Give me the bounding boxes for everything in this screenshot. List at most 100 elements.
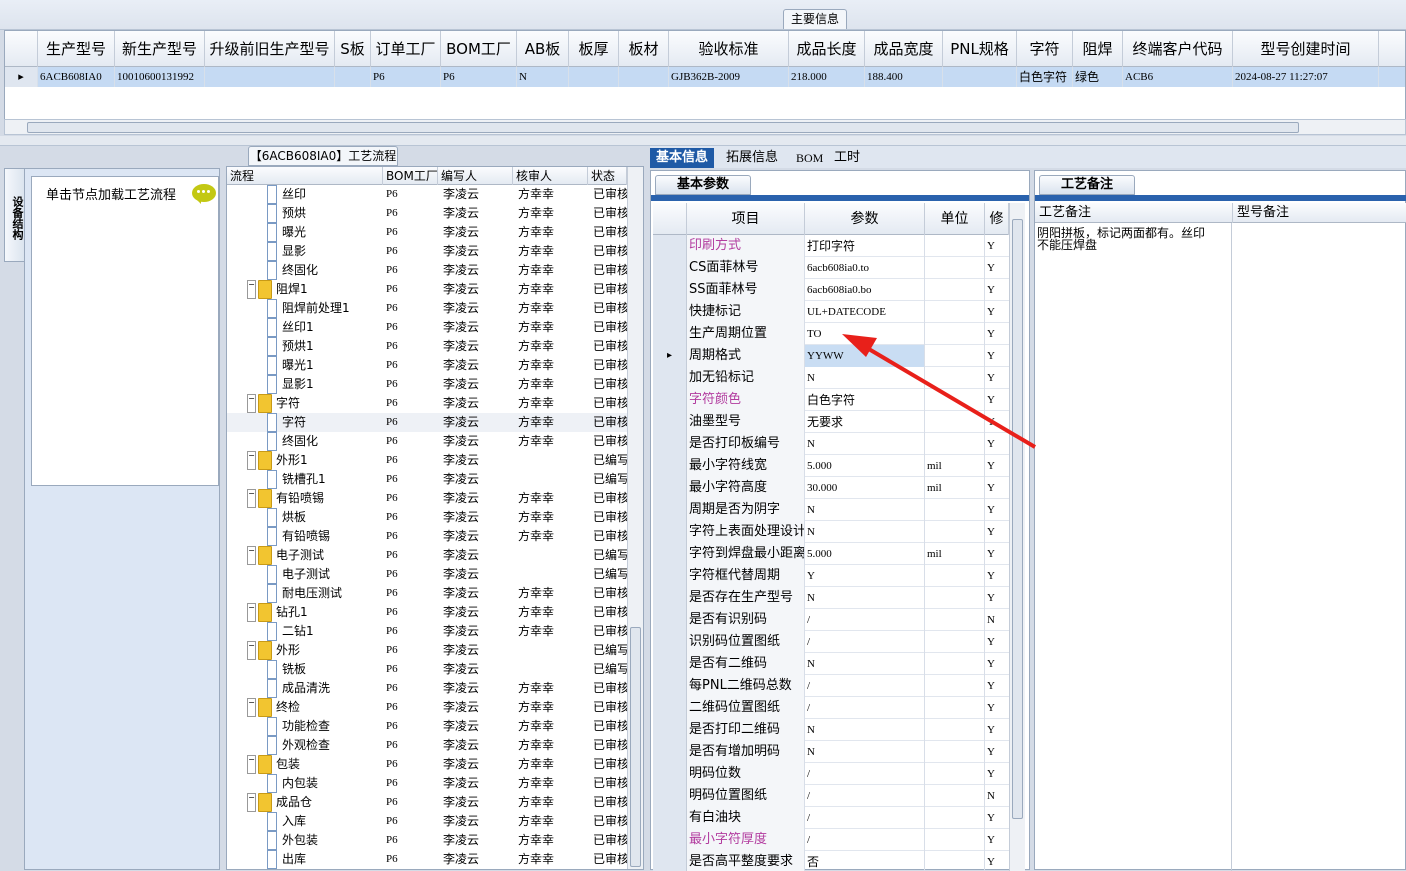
- param-flag[interactable]: Y: [985, 851, 1009, 871]
- top-col-header[interactable]: 板材: [619, 31, 669, 67]
- param-row[interactable]: 生产周期位置 TO Y: [653, 323, 1009, 345]
- param-row[interactable]: 最小字符厚度 / Y: [653, 829, 1009, 851]
- process-remark-text[interactable]: 阴阳拼板，标记两面都有。丝印 不能压焊盘: [1037, 227, 1227, 251]
- main-info-data-row[interactable]: ▸ 6ACB608IA0 10010600131992 P6 P6 N GJB362B-20…: [5, 67, 1405, 87]
- flow-node[interactable]: 烘板: [267, 508, 383, 527]
- main-info-hscrollbar[interactable]: [4, 119, 1406, 135]
- flow-row[interactable]: 显影1 P6 李凌云 方幸幸 已审核: [227, 375, 627, 394]
- param-flag[interactable]: Y: [985, 631, 1009, 653]
- param-row[interactable]: 明码位数 / Y: [653, 763, 1009, 785]
- param-flag[interactable]: Y: [985, 455, 1009, 477]
- flow-row[interactable]: 终固化 P6 李凌云 方幸幸 已审核: [227, 261, 627, 280]
- flow-node[interactable]: − 钻孔1: [247, 603, 383, 622]
- param-row[interactable]: 字符上表面处理设计 N Y: [653, 521, 1009, 543]
- flow-row[interactable]: 字符 P6 李凌云 方幸幸 已审核: [227, 413, 627, 432]
- flow-node[interactable]: − 包装: [247, 755, 383, 774]
- flow-row[interactable]: 外观检查 P6 李凌云 方幸幸 已审核: [227, 736, 627, 755]
- flow-vscroll-thumb[interactable]: [630, 627, 641, 867]
- flow-row[interactable]: 有铅喷锡 P6 李凌云 方幸幸 已审核: [227, 527, 627, 546]
- flow-col-status[interactable]: 状态: [588, 167, 627, 185]
- top-cell[interactable]: GJB362B-2009: [669, 67, 789, 87]
- collapse-icon[interactable]: −: [247, 755, 256, 774]
- collapse-icon[interactable]: −: [247, 546, 256, 565]
- process-flow-tab[interactable]: 【6ACB608IA0】工艺流程: [248, 146, 398, 166]
- flow-node[interactable]: − 字符: [247, 394, 383, 413]
- param-flag[interactable]: Y: [985, 675, 1009, 697]
- flow-node[interactable]: 成品清洗: [267, 679, 383, 698]
- flow-row[interactable]: 显影 P6 李凌云 方幸幸 已审核: [227, 242, 627, 261]
- flow-row[interactable]: 成品清洗 P6 李凌云 方幸幸 已审核: [227, 679, 627, 698]
- param-value[interactable]: /: [805, 807, 925, 829]
- flow-node[interactable]: 电子测试: [267, 565, 383, 584]
- param-row[interactable]: 印刷方式 打印字符 Y: [653, 235, 1009, 257]
- param-flag[interactable]: Y: [985, 433, 1009, 455]
- param-row[interactable]: CS面菲林号 6acb608ia0.to Y: [653, 257, 1009, 279]
- flow-row[interactable]: 内包装 P6 李凌云 方幸幸 已审核: [227, 774, 627, 793]
- param-row[interactable]: 每PNL二维码总数 / Y: [653, 675, 1009, 697]
- param-row[interactable]: SS面菲林号 6acb608ia0.bo Y: [653, 279, 1009, 301]
- param-col-item[interactable]: 项目: [687, 203, 805, 235]
- flow-node[interactable]: − 终检: [247, 698, 383, 717]
- param-value[interactable]: N: [805, 521, 925, 543]
- top-col-header[interactable]: PNL规格: [943, 31, 1017, 67]
- param-value[interactable]: N: [805, 587, 925, 609]
- param-value[interactable]: N: [805, 719, 925, 741]
- flow-row[interactable]: 曝光1 P6 李凌云 方幸幸 已审核: [227, 356, 627, 375]
- top-col-header[interactable]: AB板: [517, 31, 569, 67]
- param-value[interactable]: YYWW: [805, 345, 925, 367]
- flow-row[interactable]: − 阻焊1 P6 李凌云 方幸幸 已审核: [227, 280, 627, 299]
- flow-node[interactable]: 外观检查: [267, 736, 383, 755]
- flow-node[interactable]: 功能检查: [267, 717, 383, 736]
- tab-basic-info[interactable]: 基本信息: [650, 148, 715, 168]
- collapse-icon[interactable]: −: [247, 641, 256, 660]
- top-col-header[interactable]: BOM工厂: [441, 31, 517, 67]
- equipment-structure-vtab[interactable]: 设备结构: [4, 168, 26, 262]
- top-cell[interactable]: 218.000: [789, 67, 865, 87]
- flow-node[interactable]: − 有铅喷锡: [247, 489, 383, 508]
- param-value[interactable]: 5.000: [805, 543, 925, 565]
- top-cell[interactable]: [205, 67, 335, 87]
- param-value[interactable]: 白色字符: [805, 389, 925, 411]
- panel-splitter[interactable]: [0, 136, 1406, 146]
- flow-node[interactable]: − 阻焊1: [247, 280, 383, 299]
- top-col-header[interactable]: 字符: [1017, 31, 1073, 67]
- param-row[interactable]: 是否存在生产型号 N Y: [653, 587, 1009, 609]
- flow-row[interactable]: − 外形1 P6 李凌云 已编写: [227, 451, 627, 470]
- flow-col-writer[interactable]: 编写人: [438, 167, 513, 185]
- flow-row[interactable]: 电子测试 P6 李凌云 已编写: [227, 565, 627, 584]
- collapse-icon[interactable]: −: [247, 280, 256, 299]
- flow-row[interactable]: 预烘1 P6 李凌云 方幸幸 已审核: [227, 337, 627, 356]
- flow-col-process[interactable]: 流程: [227, 167, 383, 185]
- param-row[interactable]: 字符颜色 白色字符 Y: [653, 389, 1009, 411]
- param-flag[interactable]: Y: [985, 477, 1009, 499]
- param-flag[interactable]: Y: [985, 653, 1009, 675]
- param-row[interactable]: 二维码位置图纸 / Y: [653, 697, 1009, 719]
- flow-row[interactable]: 入库 P6 李凌云 方幸幸 已审核: [227, 812, 627, 831]
- flow-row[interactable]: − 字符 P6 李凌云 方幸幸 已审核: [227, 394, 627, 413]
- flow-node[interactable]: 阻焊前处理1: [267, 299, 383, 318]
- param-row[interactable]: 字符到焊盘最小距离 5.000 mil Y: [653, 543, 1009, 565]
- flow-row[interactable]: 功能检查 P6 李凌云 方幸幸 已审核: [227, 717, 627, 736]
- flow-node[interactable]: 显影: [267, 242, 383, 261]
- top-cell[interactable]: 2024-08-27 11:27:07: [1233, 67, 1379, 87]
- param-row[interactable]: 是否有增加明码 N Y: [653, 741, 1009, 763]
- collapse-icon[interactable]: −: [247, 394, 256, 413]
- top-cell[interactable]: [619, 67, 669, 87]
- flow-node[interactable]: 有铅喷锡: [267, 527, 383, 546]
- top-cell[interactable]: [569, 67, 619, 87]
- flow-row[interactable]: − 外形 P6 李凌云 已编写: [227, 641, 627, 660]
- top-col-header[interactable]: 成品宽度: [865, 31, 943, 67]
- flow-node[interactable]: − 外形1: [247, 451, 383, 470]
- top-col-header[interactable]: 板厚: [569, 31, 619, 67]
- param-flag[interactable]: Y: [985, 543, 1009, 565]
- collapse-icon[interactable]: −: [247, 793, 256, 812]
- flow-node[interactable]: 丝印: [267, 185, 383, 204]
- param-value[interactable]: /: [805, 609, 925, 631]
- param-value[interactable]: UL+DATECODE: [805, 301, 925, 323]
- top-cell[interactable]: 白色字符: [1017, 67, 1073, 87]
- param-value[interactable]: N: [805, 653, 925, 675]
- flow-node[interactable]: 铣槽孔1: [267, 470, 383, 489]
- top-cell[interactable]: 6ACB608IA0: [38, 67, 115, 87]
- param-row[interactable]: 是否打印二维码 N Y: [653, 719, 1009, 741]
- param-flag[interactable]: Y: [985, 697, 1009, 719]
